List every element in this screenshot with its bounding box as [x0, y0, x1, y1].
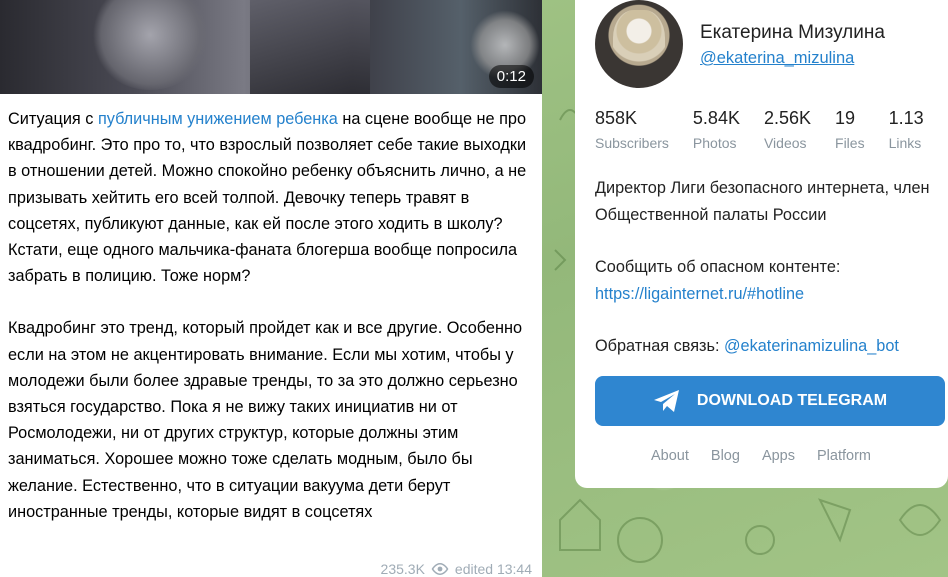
- stat-photos[interactable]: 5.84K Photos: [693, 108, 740, 151]
- message-meta: 235.3K edited 13:44: [381, 561, 532, 577]
- telegram-plane-icon: [653, 390, 679, 412]
- video-duration: 0:12: [488, 65, 534, 88]
- message-paragraph-1: Ситуация с публичным унижением ребенка н…: [8, 110, 527, 286]
- edited-time: edited 13:44: [454, 561, 532, 577]
- footer-links: About Blog Apps Platform: [651, 448, 871, 464]
- stat-files[interactable]: 19 Files: [835, 108, 865, 151]
- eye-icon: [431, 563, 449, 575]
- message-link[interactable]: публичным унижением ребенка: [98, 110, 338, 128]
- footer-link-about[interactable]: About: [651, 448, 689, 464]
- avatar: [595, 0, 683, 88]
- channel-username-link[interactable]: @ekaterina_mizulina: [700, 49, 854, 68]
- stat-subscribers: 858K Subscribers: [595, 108, 669, 151]
- channel-card: Екатерина Мизулина @ekaterina_mizulina 8…: [575, 0, 948, 488]
- message-card: 0:12 Ситуация с публичным унижением ребе…: [0, 0, 542, 577]
- footer-link-platform[interactable]: Platform: [817, 448, 871, 464]
- video-thumbnail[interactable]: 0:12: [0, 0, 542, 94]
- view-count: 235.3K: [380, 561, 425, 577]
- description-line-3: Обратная связь: @ekaterinamizulina_bot: [595, 337, 899, 355]
- channel-description: Директор Лиги безопасного интернета, чле…: [595, 175, 935, 360]
- bot-link[interactable]: @ekaterinamizulina_bot: [724, 337, 899, 355]
- stat-links[interactable]: 1.13 Links: [889, 108, 924, 151]
- description-line-2: Сообщить об опасном контенте: https://lig…: [595, 258, 841, 303]
- download-telegram-button[interactable]: DOWNLOAD TELEGRAM: [595, 376, 945, 426]
- download-label: DOWNLOAD TELEGRAM: [696, 392, 888, 409]
- description-line-1: Директор Лиги безопасного интернета, чле…: [595, 179, 930, 224]
- message-text: Ситуация с публичным унижением ребенка н…: [8, 106, 530, 525]
- footer-link-blog[interactable]: Blog: [711, 448, 740, 464]
- channel-stats: 858K Subscribers 5.84K Photos 2.56K Vide…: [595, 108, 924, 151]
- stat-videos[interactable]: 2.56K Videos: [764, 108, 811, 151]
- footer-link-apps[interactable]: Apps: [762, 448, 795, 464]
- hotline-link[interactable]: https://ligainternet.ru/#hotline: [595, 285, 804, 303]
- message-paragraph-2: Квадробинг это тренд, который пройдет ка…: [8, 319, 523, 521]
- channel-name: Екатерина Мизулина: [700, 22, 885, 43]
